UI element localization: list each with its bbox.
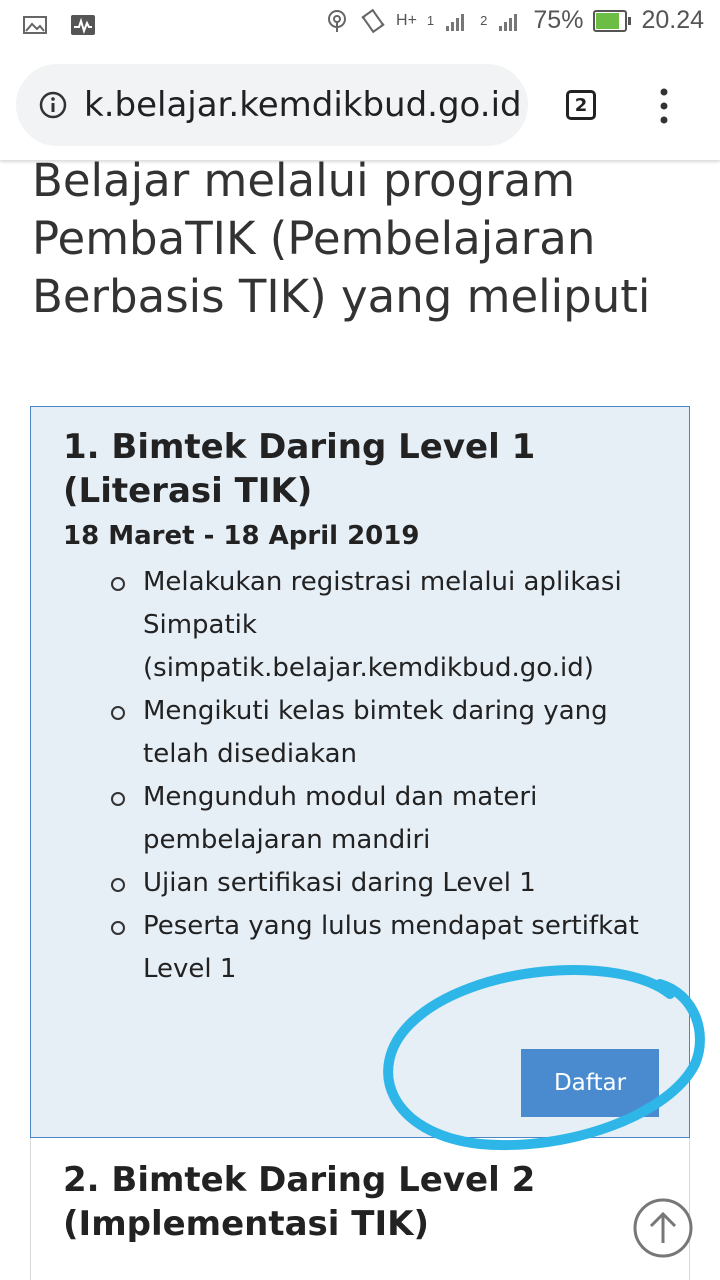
list-item: Melakukan registrasi melalui aplikasi Si… — [111, 561, 671, 690]
list-item: Mengunduh modul dan materi pembelajaran … — [111, 776, 671, 862]
sim1-label: 1 — [426, 13, 435, 28]
battery-fill — [596, 12, 619, 29]
bullet-icon — [111, 878, 125, 892]
tabs-icon[interactable]: 2 — [566, 90, 596, 120]
list-item: Mengikuti kelas bimtek daring yang telah… — [111, 690, 671, 776]
url-text[interactable]: k.belajar.kemdikbud.go.id — [84, 85, 522, 125]
network-type-label: H+ — [396, 11, 417, 29]
level1-date: 18 Maret - 18 April 2019 — [63, 521, 420, 551]
level2-card: 2. Bimtek Daring Level 2 (Implementasi T… — [30, 1138, 690, 1280]
level1-list: Melakukan registrasi melalui aplikasi Si… — [111, 561, 671, 991]
level2-title: 2. Bimtek Daring Level 2 (Implementasi T… — [63, 1160, 536, 1244]
bullet-icon — [111, 577, 125, 591]
bullet-icon — [111, 706, 125, 720]
bullet-icon — [111, 792, 125, 806]
image-icon — [23, 16, 47, 34]
more-vert-icon[interactable] — [654, 86, 674, 126]
info-icon[interactable] — [38, 90, 68, 120]
battery-percent: 75% — [533, 6, 584, 34]
battery-icon — [593, 9, 632, 32]
level1-title: 1. Bimtek Daring Level 1 (Literasi TIK) — [63, 427, 536, 511]
clock: 20.24 — [641, 6, 704, 34]
highlight-circle-annotation — [383, 965, 705, 1150]
sim2-label: 2 — [480, 13, 488, 28]
page-content: Belajar melalui program PembaTIK (Pembel… — [0, 160, 720, 1280]
hotspot-icon — [328, 9, 347, 32]
signal-icon — [446, 13, 465, 31]
page-heading: Belajar melalui program PembaTIK (Pembel… — [32, 160, 651, 323]
bullet-icon — [111, 921, 125, 935]
vibrate-icon — [361, 8, 385, 33]
browser-toolbar: k.belajar.kemdikbud.go.id 2 — [0, 50, 720, 160]
status-bar: H+ 1 2 75% 20.24 — [0, 0, 720, 50]
scroll-top-icon[interactable] — [632, 1197, 694, 1259]
signal-icon — [499, 13, 518, 31]
activity-icon — [71, 15, 95, 35]
address-bar[interactable]: k.belajar.kemdikbud.go.id — [16, 64, 528, 146]
list-item: Ujian sertifikasi daring Level 1 — [111, 862, 671, 905]
